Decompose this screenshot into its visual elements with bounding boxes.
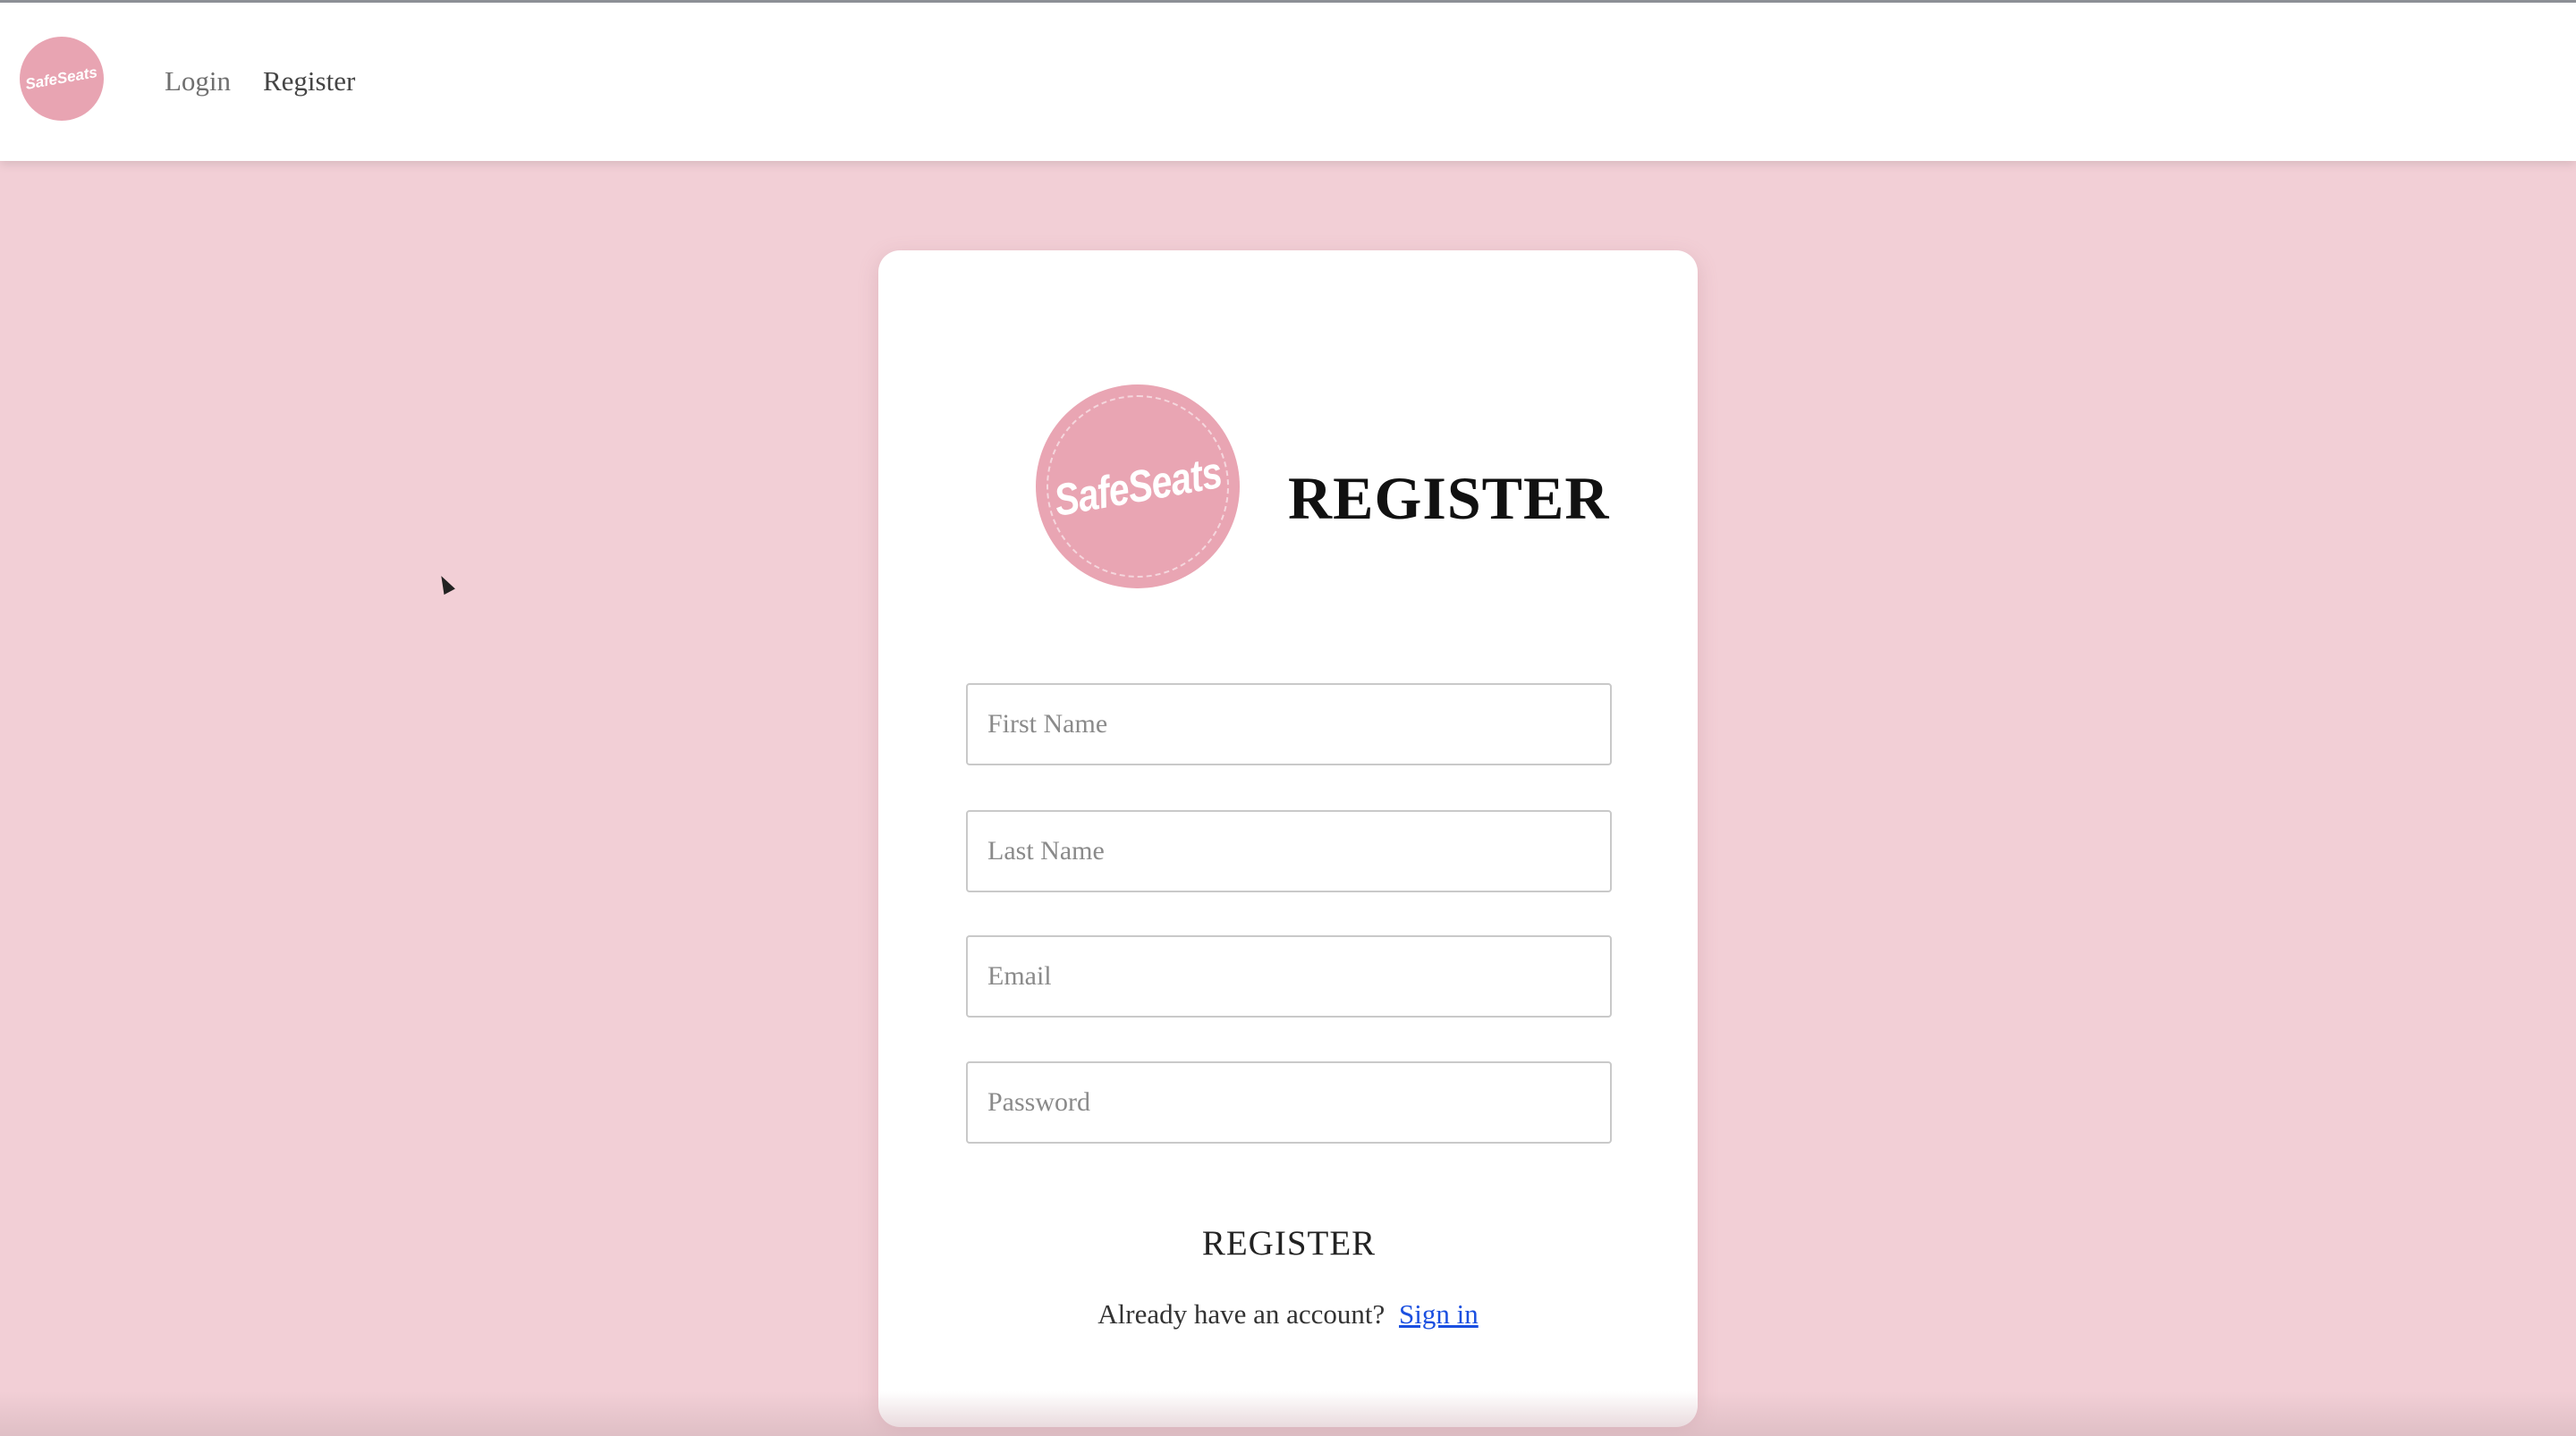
safeseats-logo[interactable]: SafeSeats	[20, 37, 104, 121]
register-button[interactable]: REGISTER	[1057, 1207, 1521, 1279]
signin-prompt-row: Already have an account? Sign in	[878, 1298, 1698, 1330]
badge-logo-text: SafeSeats	[1050, 447, 1225, 526]
sign-in-link[interactable]: Sign in	[1399, 1298, 1479, 1330]
page-title: REGISTER	[1288, 464, 1610, 532]
mouse-cursor-icon	[436, 572, 455, 596]
bottom-edge-shade	[0, 1391, 2576, 1436]
top-navbar: SafeSeats Login Register	[0, 0, 2576, 161]
logo-text: SafeSeats	[24, 63, 99, 93]
last-name-field[interactable]	[966, 810, 1612, 892]
nav-link-login[interactable]: Login	[165, 65, 231, 97]
signin-prompt-text: Already have an account?	[1097, 1298, 1385, 1330]
password-field[interactable]	[966, 1061, 1612, 1144]
first-name-field[interactable]	[966, 683, 1612, 765]
register-card: SafeSeats REGISTER REGISTER Already have…	[878, 250, 1698, 1427]
nav-link-register[interactable]: Register	[263, 65, 355, 97]
email-field[interactable]	[966, 935, 1612, 1018]
safeseats-badge-logo: SafeSeats	[1036, 384, 1240, 588]
